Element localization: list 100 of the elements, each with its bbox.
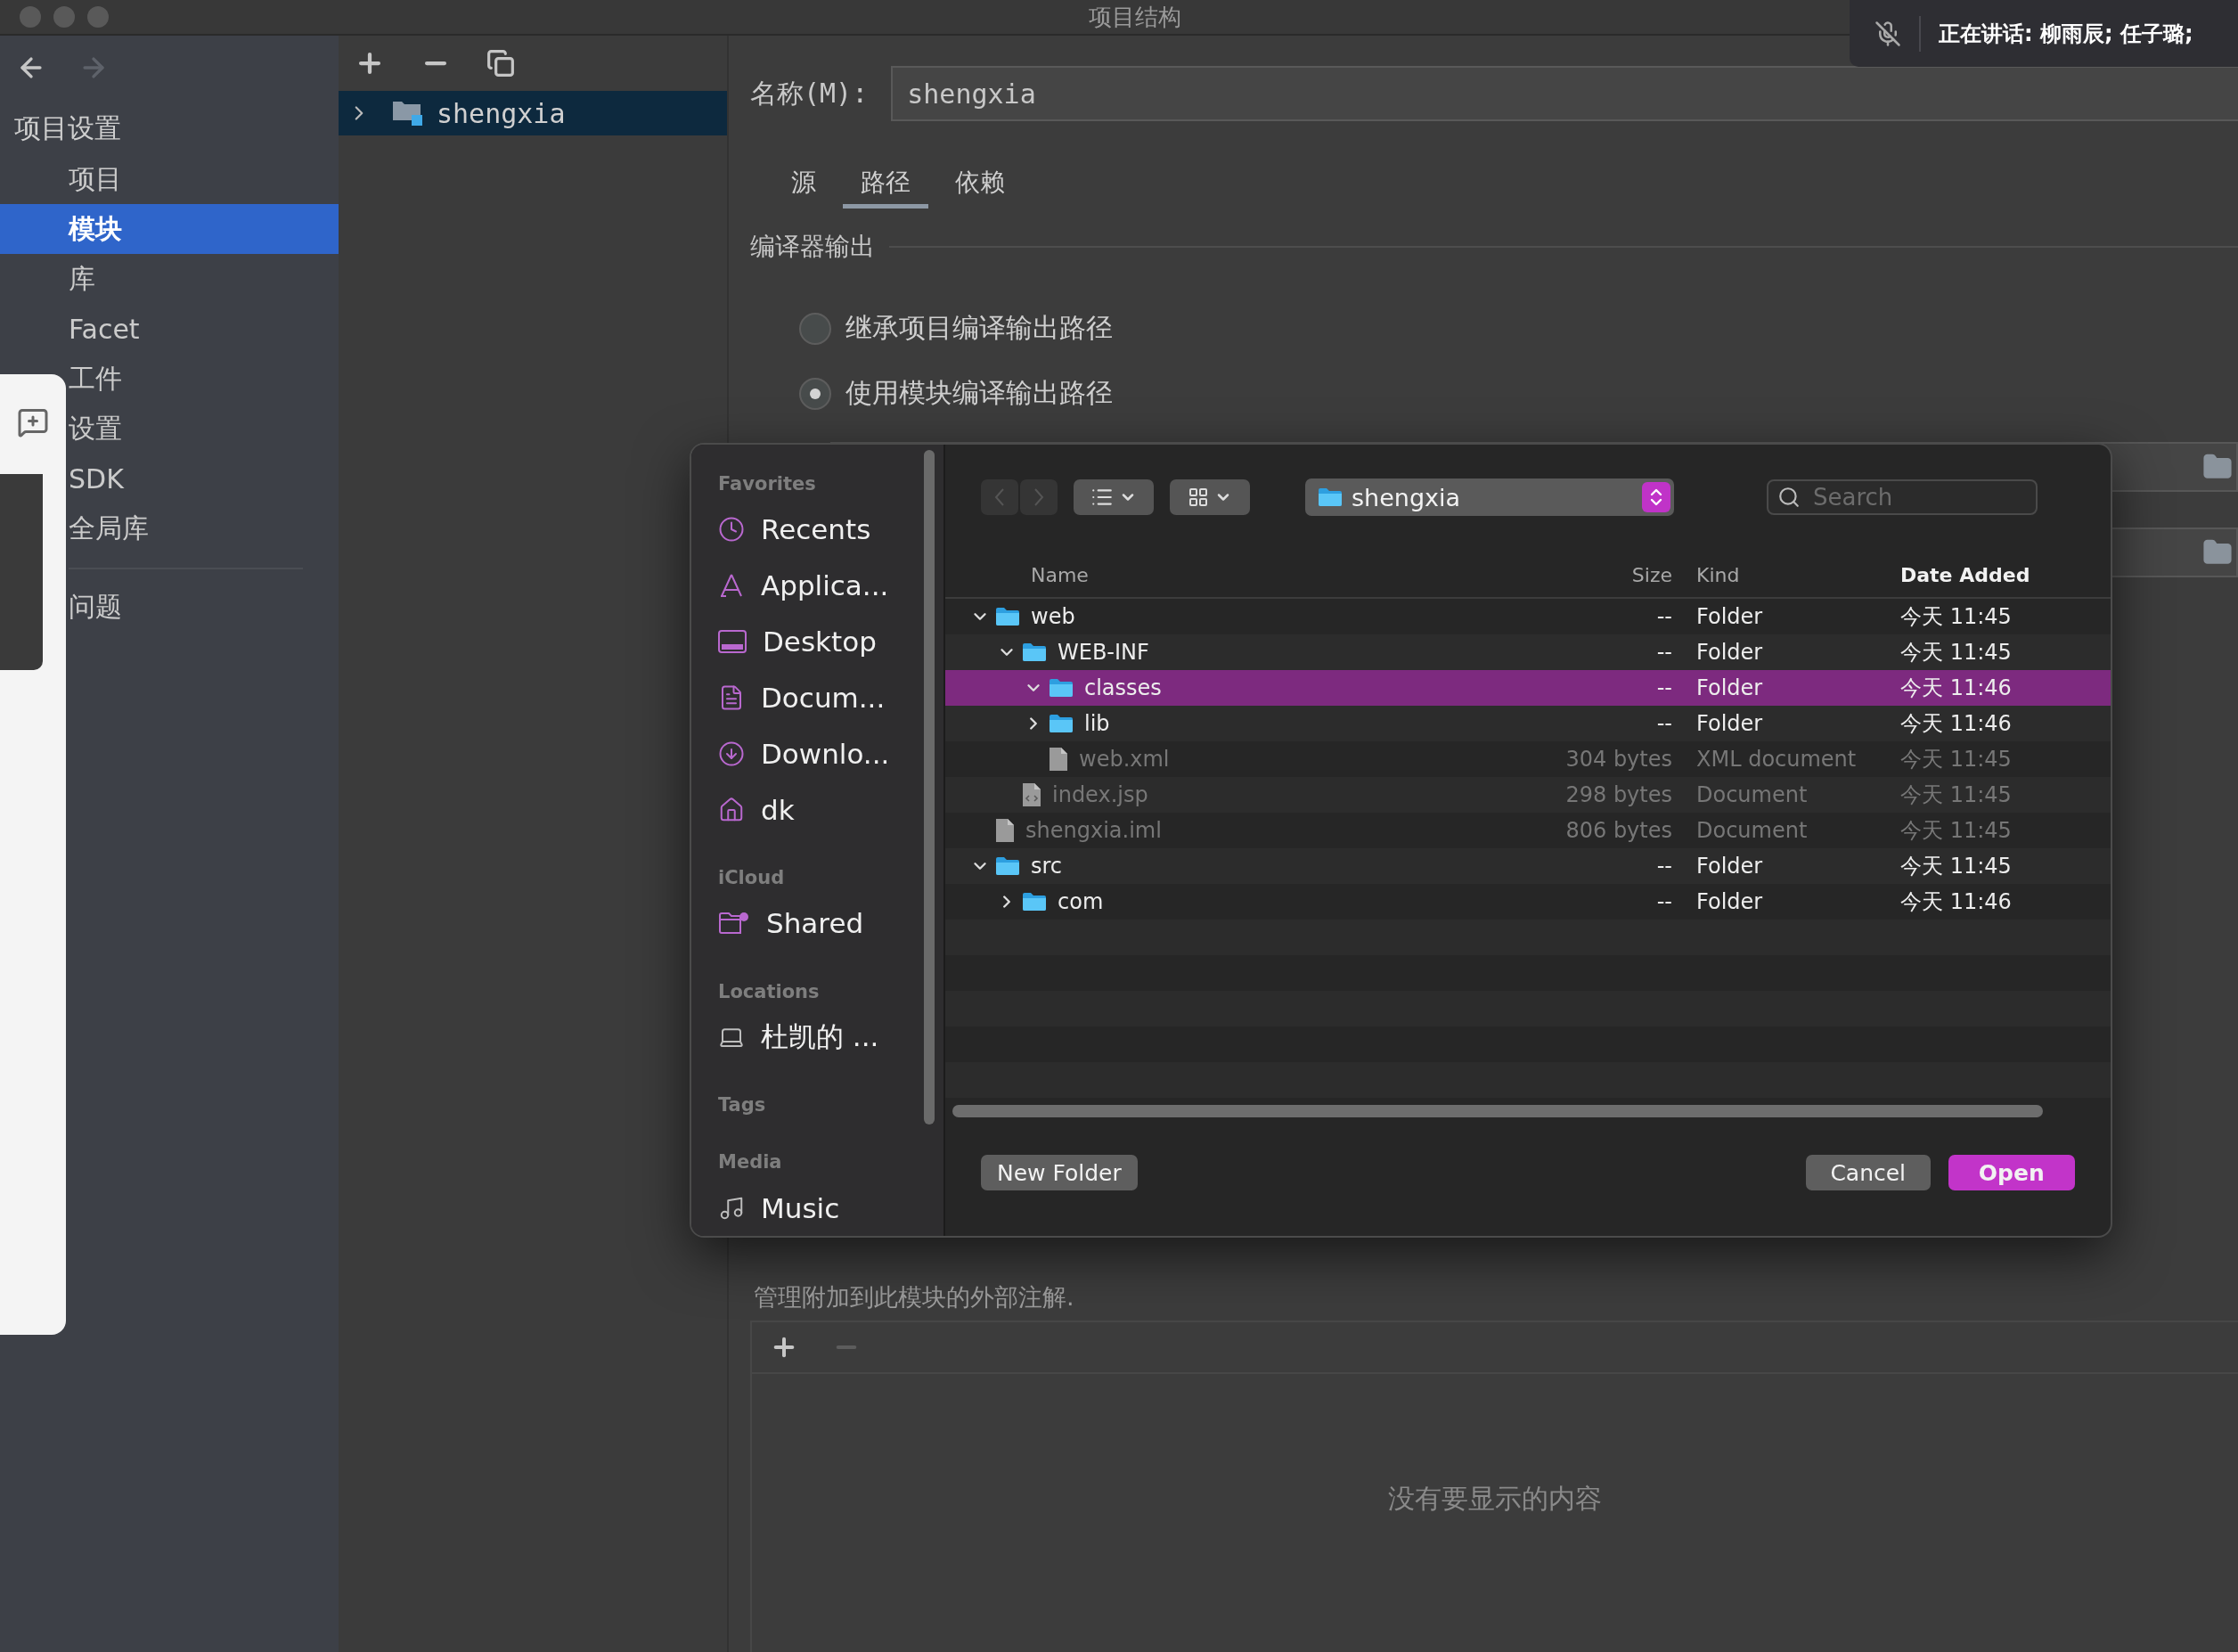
file-icon xyxy=(995,818,1015,843)
file-size: -- xyxy=(1656,889,1672,914)
sidebar-location[interactable]: dk xyxy=(718,781,943,838)
folder-icon xyxy=(1049,714,1074,733)
sidebar-item[interactable]: Facet xyxy=(0,304,339,354)
location-label: Recents xyxy=(761,512,871,545)
file-size: -- xyxy=(1656,854,1672,879)
scrollbar[interactable] xyxy=(924,450,935,1125)
file-row[interactable]: lib -- Folder 今天 11:46 xyxy=(945,706,2111,741)
location-label: Docum... xyxy=(761,681,886,714)
download-icon xyxy=(718,740,745,767)
file-kind: Folder xyxy=(1696,675,1763,700)
sidebar-item[interactable]: 项目 xyxy=(0,154,339,204)
mic-off-icon[interactable] xyxy=(1875,20,1901,47)
radio-label: 使用模块编译输出路径 xyxy=(845,376,1113,410)
dialog-button[interactable]: New Folder xyxy=(981,1155,1138,1190)
location-label: Shared xyxy=(766,907,864,940)
file-size: 298 bytes xyxy=(1565,782,1672,807)
horizontal-scrollbar[interactable] xyxy=(952,1105,2043,1117)
column-header[interactable]: Date Added xyxy=(1900,564,2030,586)
sidebar-location[interactable]: Desktop xyxy=(718,613,943,670)
sidebar-location[interactable]: Shared xyxy=(718,895,943,952)
file-date: 今天 11:45 xyxy=(1900,817,2012,845)
chevron-left-icon xyxy=(993,487,1006,507)
column-header[interactable]: Kind xyxy=(1696,564,1740,586)
file-kind: Document xyxy=(1696,782,1808,807)
column-header[interactable]: Size xyxy=(1631,564,1672,586)
file-size: 304 bytes xyxy=(1565,747,1672,772)
file-size: -- xyxy=(1656,604,1672,629)
file-size: -- xyxy=(1656,711,1672,736)
file-name: classes xyxy=(1084,675,1162,700)
sidebar-location[interactable]: Applica... xyxy=(718,557,943,614)
sidebar-section-title: Locations xyxy=(718,979,821,1004)
search-icon xyxy=(1777,486,1801,509)
sidebar-item[interactable]: 库 xyxy=(0,254,339,304)
file-kind: Folder xyxy=(1696,640,1763,665)
file-name: WEB-INF xyxy=(1058,640,1149,665)
stepper-icon xyxy=(1642,482,1670,512)
location-popup[interactable]: shengxia xyxy=(1305,478,1674,516)
file-date: 今天 11:46 xyxy=(1900,675,2012,702)
file-size: -- xyxy=(1656,640,1672,665)
file-row[interactable]: WEB-INF -- Folder 今天 11:45 xyxy=(945,634,2111,670)
sidebar-location[interactable]: Music xyxy=(718,1180,943,1236)
sidebar-location[interactable]: Downlo... xyxy=(718,725,943,782)
chevron-right-icon xyxy=(1033,487,1045,507)
description-text: 管理附加到此模块的外部注解. xyxy=(753,1282,1075,1313)
file-kind: Folder xyxy=(1696,854,1763,879)
radio-button[interactable] xyxy=(799,377,831,410)
copy-icon[interactable] xyxy=(486,49,515,78)
sidebar-location[interactable]: Recents xyxy=(718,501,943,558)
home-icon xyxy=(718,796,745,823)
tab[interactable]: 源 xyxy=(773,160,834,209)
file-date: 今天 11:45 xyxy=(1900,603,2012,631)
file-icon xyxy=(1049,747,1068,772)
chat-add-icon[interactable] xyxy=(17,406,49,438)
name-field[interactable]: shengxia xyxy=(891,66,2238,121)
file-name: src xyxy=(1031,854,1063,879)
clock-icon xyxy=(718,515,745,543)
dialog-button[interactable]: Cancel xyxy=(1805,1155,1931,1190)
shared-folder-icon xyxy=(718,911,750,936)
location-label: Applica... xyxy=(761,568,889,601)
module-tree-row[interactable]: shengxia xyxy=(339,91,727,135)
tab[interactable]: 依赖 xyxy=(937,160,1023,209)
sidebar-location[interactable]: 杜凯的 ... xyxy=(718,1009,943,1066)
tab[interactable]: 路径 xyxy=(843,160,928,209)
folder-icon xyxy=(1022,892,1047,912)
file-row[interactable]: classes -- Folder 今天 11:46 xyxy=(945,670,2111,706)
file-name: lib xyxy=(1084,711,1110,736)
search-field[interactable]: Search xyxy=(1767,479,2038,515)
sidebar-heading: 项目设置 xyxy=(13,111,122,145)
folder-icon xyxy=(1318,487,1343,507)
location-label: Music xyxy=(761,1191,840,1224)
radio-label: 继承项目编译输出路径 xyxy=(845,311,1113,345)
file-date: 今天 11:46 xyxy=(1900,888,2012,916)
column-header[interactable]: Name xyxy=(945,564,1089,586)
file-row[interactable]: src -- Folder 今天 11:45 xyxy=(945,848,2111,884)
location-label: Downlo... xyxy=(761,737,890,770)
radio-button[interactable] xyxy=(799,312,831,345)
file-name: web.xml xyxy=(1079,747,1170,772)
desktop-icon xyxy=(718,629,747,653)
sidebar-section-title: Tags xyxy=(718,1092,767,1117)
file-kind: Folder xyxy=(1696,604,1763,629)
sidebar-section-title: iCloud xyxy=(718,866,786,891)
folder-icon xyxy=(1022,642,1047,662)
primary-button[interactable]: Open xyxy=(1948,1155,2075,1190)
file-name: com xyxy=(1058,889,1104,914)
file-size: 806 bytes xyxy=(1565,818,1672,843)
sidebar-location[interactable]: Docum... xyxy=(718,669,943,726)
list-view-button[interactable] xyxy=(1074,479,1154,515)
module-name: shengxia xyxy=(437,97,566,129)
location-label: Desktop xyxy=(763,625,877,658)
folder-icon xyxy=(995,856,1020,876)
sidebar-item[interactable]: 模块 xyxy=(0,204,339,254)
file-date: 今天 11:46 xyxy=(1900,710,2012,738)
file-name: web xyxy=(1031,604,1075,629)
file-size: -- xyxy=(1656,675,1672,700)
name-label: 名称(M): xyxy=(750,76,869,110)
group-view-button[interactable] xyxy=(1170,479,1250,515)
grid-icon xyxy=(1188,487,1209,508)
empty-message: 没有要显示的内容 xyxy=(1388,1482,1602,1516)
